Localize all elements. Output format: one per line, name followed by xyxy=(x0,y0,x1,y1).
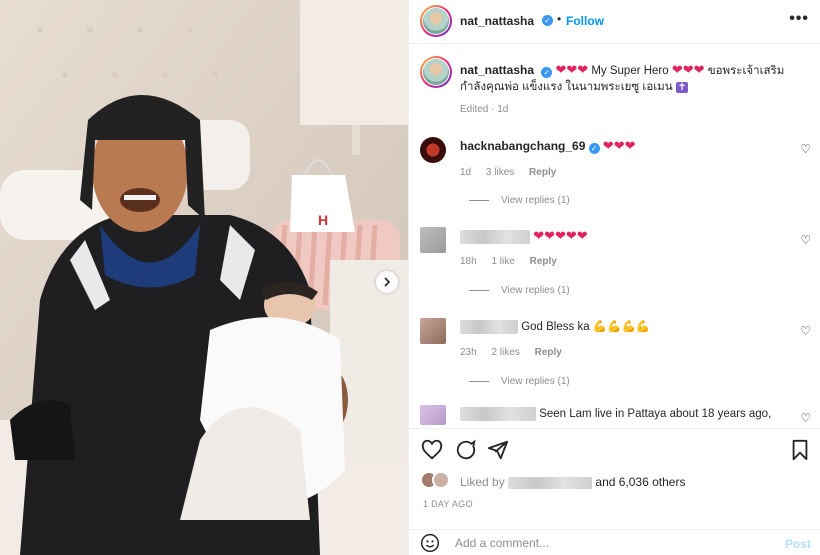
verified-badge-icon: ✓ xyxy=(588,143,600,154)
next-photo-button[interactable] xyxy=(376,271,398,293)
follow-button[interactable]: Follow xyxy=(566,14,604,28)
flexed-biceps-emoji: 💪💪💪💪 xyxy=(592,321,651,333)
post-side-panel: nat_nattasha ✓ • Follow ••• nat_nattasha… xyxy=(408,0,820,555)
add-comment-bar: Post xyxy=(409,529,820,555)
comment-text: Seen Lam live in Pattaya about 18 years … xyxy=(539,408,772,421)
comment-time: 23h xyxy=(460,347,477,358)
comment-likes[interactable]: 2 likes xyxy=(491,347,519,358)
likes-summary[interactable]: Liked by and 6,036 others xyxy=(460,475,685,489)
post-photo[interactable]: H xyxy=(0,0,408,555)
like-comment-icon[interactable]: ♡ xyxy=(800,233,811,247)
caption-avatar[interactable] xyxy=(420,56,452,88)
post-actions: Liked by and 6,036 others 1 DAY AGO xyxy=(409,428,820,509)
chevron-right-icon xyxy=(384,277,391,287)
view-replies-button[interactable]: View replies (1) xyxy=(469,285,570,296)
comment-text: God Bless ka xyxy=(521,321,590,333)
heart-emoji: ❤❤❤ xyxy=(555,62,589,77)
like-comment-icon[interactable]: ♡ xyxy=(800,411,811,425)
commenter-avatar[interactable] xyxy=(420,227,446,253)
comment-text: ❤❤❤ xyxy=(602,138,636,153)
likes-count[interactable]: and 6,036 others xyxy=(595,475,685,489)
photo-illustration: H xyxy=(0,0,408,555)
caption-text: nat_nattasha ✓ ❤❤❤ My Super Hero ❤❤❤ ขอพ… xyxy=(460,62,810,96)
blurred-username[interactable] xyxy=(460,319,518,334)
blurred-liker-name[interactable] xyxy=(508,476,593,489)
bookmark-icon[interactable] xyxy=(789,439,811,461)
commenter-username[interactable]: hacknabangchang_69 xyxy=(460,139,585,153)
reply-button[interactable]: Reply xyxy=(535,347,562,358)
comment-input[interactable] xyxy=(455,534,755,552)
commenter-avatar[interactable] xyxy=(420,318,446,344)
commenter-avatar[interactable] xyxy=(420,405,446,425)
cross-emoji: ✝ xyxy=(675,82,689,93)
view-replies-button[interactable]: View replies (1) xyxy=(469,195,570,206)
blurred-username[interactable] xyxy=(460,407,536,421)
comment-time: 18h xyxy=(460,256,477,267)
verified-badge-icon: ✓ xyxy=(542,15,553,26)
likes-prefix: Liked by xyxy=(460,475,505,489)
separator-dot: • xyxy=(557,12,562,26)
heart-emoji: ❤❤❤ xyxy=(671,62,705,77)
share-paper-plane-icon[interactable] xyxy=(487,439,509,461)
liker-avatars xyxy=(420,471,454,491)
caption-username[interactable]: nat_nattasha xyxy=(460,63,534,77)
comment-text: ❤❤❤❤❤ xyxy=(533,228,588,243)
instagram-post: H nat_nattasha ✓ • Follow ••• nat_nattas… xyxy=(0,0,820,555)
like-heart-icon[interactable] xyxy=(421,439,443,461)
view-replies-button[interactable]: View replies (1) xyxy=(469,376,570,387)
caption-phrase: My Super Hero xyxy=(591,65,669,77)
reply-button[interactable]: Reply xyxy=(530,256,557,267)
like-comment-icon[interactable]: ♡ xyxy=(800,324,811,338)
commenter-avatar[interactable] xyxy=(420,137,446,163)
post-comment-button[interactable]: Post xyxy=(785,537,811,551)
caption-meta: Edited · 1d xyxy=(460,104,509,115)
author-username[interactable]: nat_nattasha xyxy=(460,14,534,28)
blurred-username[interactable] xyxy=(460,229,530,244)
emoji-smiley-icon[interactable] xyxy=(420,533,440,553)
svg-text:H: H xyxy=(318,212,328,228)
comment-time: 1d xyxy=(460,167,472,178)
verified-badge-icon: ✓ xyxy=(541,67,553,78)
more-options-icon[interactable]: ••• xyxy=(789,10,809,28)
comment-likes[interactable]: 1 like xyxy=(491,256,514,267)
comment-likes[interactable]: 3 likes xyxy=(486,167,514,178)
comment-bubble-icon[interactable] xyxy=(455,439,477,461)
post-header: nat_nattasha ✓ • Follow ••• xyxy=(409,0,820,44)
like-comment-icon[interactable]: ♡ xyxy=(800,142,811,156)
post-timestamp[interactable]: 1 DAY AGO xyxy=(423,499,473,509)
reply-button[interactable]: Reply xyxy=(529,167,556,178)
author-avatar[interactable] xyxy=(420,5,452,37)
